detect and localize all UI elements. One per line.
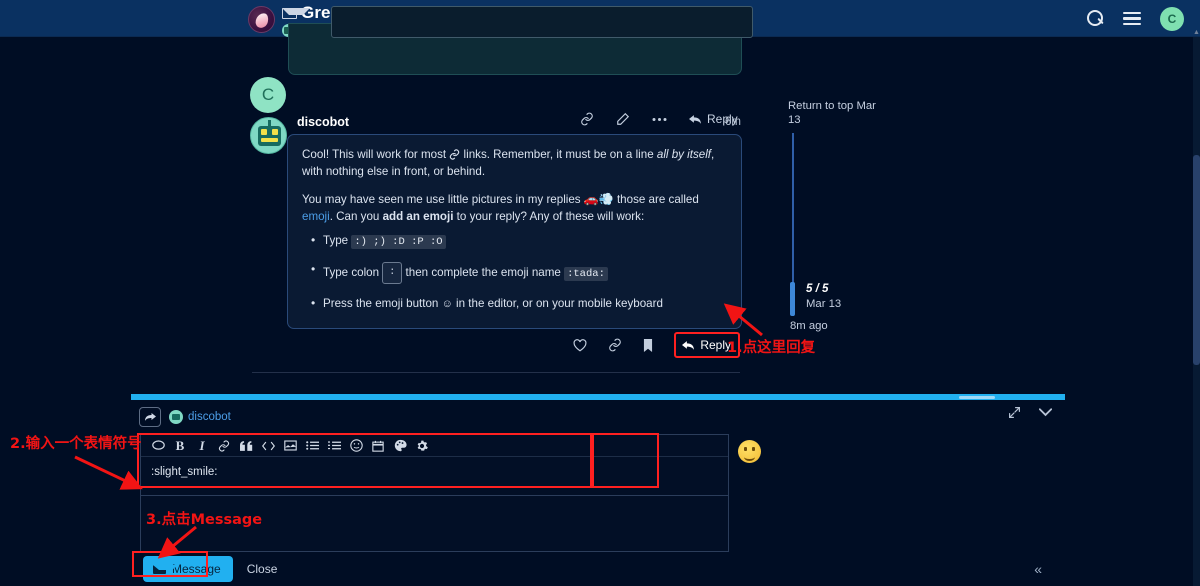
paragraph2-text-a: You may have seen me use little pictures…: [302, 193, 584, 206]
options-gear-button[interactable]: [411, 436, 433, 456]
post-actions: Reply: [573, 332, 740, 358]
chevron-down-icon[interactable]: [1039, 408, 1052, 417]
composer-preview: [729, 434, 789, 489]
post-body: Cool! This will work for most links. Rem…: [287, 134, 742, 329]
search-icon[interactable]: [1087, 10, 1104, 27]
timeline-position: 5 / 5: [806, 283, 829, 295]
composer-resize-handle[interactable]: [131, 394, 1065, 400]
code-button[interactable]: [257, 436, 279, 456]
composer-toolbar: B I: [141, 435, 728, 457]
bullet1-code: :) ;) :D :P :O: [351, 235, 446, 249]
composer-target-name: discobot: [188, 411, 231, 423]
envelope-icon: [282, 7, 310, 19]
post-timestamp[interactable]: 6m: [725, 116, 741, 128]
list-item: Type colon : then complete the emoji nam…: [310, 261, 727, 284]
app-root: Greetings! C C: [0, 0, 1200, 586]
post-top-body: [288, 6, 753, 75]
paragraph2-text-c: . Can you: [329, 209, 383, 223]
slight-smile-emoji: [738, 440, 761, 463]
post-top-cutoff: C Reply: [250, 6, 753, 126]
bullet3-post: in the editor, or on your mobile keyboar…: [452, 297, 663, 310]
expand-icon[interactable]: [1008, 406, 1021, 419]
bullet3-pre: Press the emoji button: [323, 297, 442, 310]
paragraph1-emphasis: all by itself: [656, 148, 711, 161]
emoji-link[interactable]: emoji: [302, 210, 330, 223]
paragraph2-text-d: to your reply? Any of these will work:: [453, 209, 645, 223]
annotation-2: 2.输入一个表情符号: [10, 436, 142, 452]
paragraph2-text-b: those are called: [613, 193, 699, 206]
reply-composer: discobot B I:slight_smile: Message Clos…: [131, 394, 1065, 586]
upload-image-button[interactable]: [279, 436, 301, 456]
bold-button[interactable]: B: [169, 436, 191, 456]
post-divider: [252, 372, 740, 373]
emoji-methods-list: Type :) ;) :D :P :O Type colon : then co…: [310, 232, 727, 312]
composer-header: discobot: [131, 404, 1065, 430]
timeline-scroll-handle[interactable]: [790, 282, 795, 316]
composer-editor: B I:slight_smile:: [140, 434, 729, 552]
close-composer-button[interactable]: Close: [247, 562, 278, 576]
page-scrollbar[interactable]: [1193, 37, 1200, 586]
composer-footer: Message Close «: [131, 552, 1065, 586]
composer-reply-target[interactable]: discobot: [169, 410, 231, 424]
list-item: Press the emoji button ☺ in the editor, …: [310, 295, 727, 312]
timeline-last-activity: 8m ago: [790, 320, 828, 332]
emoji-button[interactable]: [345, 436, 367, 456]
post-discobot: discobot 6m Cool! This will work for mos…: [250, 112, 742, 358]
bullet2-mid: then complete the emoji name: [402, 266, 565, 280]
submit-message-button[interactable]: Message: [143, 556, 233, 582]
post-author[interactable]: discobot: [297, 115, 349, 129]
post-top-inner-box: [331, 6, 753, 38]
discobot-avatar: [169, 410, 183, 424]
link-icon[interactable]: [608, 338, 622, 352]
avatar[interactable]: C: [1160, 6, 1184, 31]
colon-key-icon: :: [382, 262, 403, 284]
heart-icon[interactable]: [573, 338, 587, 352]
scrollbar-thumb[interactable]: [1193, 155, 1200, 365]
topic-timeline: Return to top Mar 13 5 / 5 Mar 13 8m ago: [788, 100, 908, 332]
hamburger-menu-icon[interactable]: [1123, 11, 1141, 26]
composer-textarea[interactable]: :slight_smile:: [141, 458, 728, 496]
annotation-1: 1.点这里回复: [727, 340, 816, 356]
bullet2-code: :tada:: [564, 267, 608, 282]
bullet-list-button[interactable]: [301, 436, 323, 456]
italic-button[interactable]: I: [191, 436, 213, 456]
bookmark-icon[interactable]: [643, 338, 653, 352]
paragraph1-text-b: links. Remember, it must be on a line: [460, 148, 657, 161]
bullet1-pre: Type: [323, 234, 352, 247]
reply-arrow-icon[interactable]: [139, 407, 161, 427]
smiley-glyph-icon: ☺: [441, 298, 453, 310]
paragraph2-strong: add an emoji: [382, 209, 454, 223]
link-button[interactable]: [213, 436, 235, 456]
link-glyph-icon: [449, 149, 460, 160]
composer-header-actions: [1008, 406, 1052, 419]
post-paragraph-1: Cool! This will work for most links. Rem…: [302, 147, 727, 180]
dash-emoji: 💨: [598, 192, 614, 206]
return-to-top-link[interactable]: Return to top Mar 13: [788, 100, 880, 127]
numbered-list-button[interactable]: [323, 436, 345, 456]
avatar[interactable]: C: [250, 77, 286, 113]
bullet2-pre: Type colon: [323, 266, 383, 280]
header-actions: C: [1087, 0, 1184, 37]
envelope-icon: [153, 564, 178, 574]
timeline-date: Mar 13: [806, 298, 842, 310]
discobot-avatar[interactable]: [250, 117, 287, 154]
calendar-button[interactable]: [367, 436, 389, 456]
collapse-sidebar-button[interactable]: «: [1034, 561, 1042, 577]
quote-bubble-icon[interactable]: [147, 436, 169, 456]
car-emoji: 🚗: [583, 192, 599, 206]
list-item: Type :) ;) :D :P :O: [310, 232, 727, 250]
annotation-3: 3.点击Message: [146, 512, 263, 528]
paragraph1-text-a: Cool! This will work for most: [302, 148, 450, 161]
blockquote-button[interactable]: [235, 436, 257, 456]
site-logo-icon[interactable]: [248, 6, 275, 33]
palette-button[interactable]: [389, 436, 411, 456]
scrollbar-up-arrow[interactable]: ▲: [1193, 28, 1200, 37]
post-paragraph-2: You may have seen me use little pictures…: [302, 191, 727, 225]
submit-message-label: Message: [172, 562, 221, 576]
